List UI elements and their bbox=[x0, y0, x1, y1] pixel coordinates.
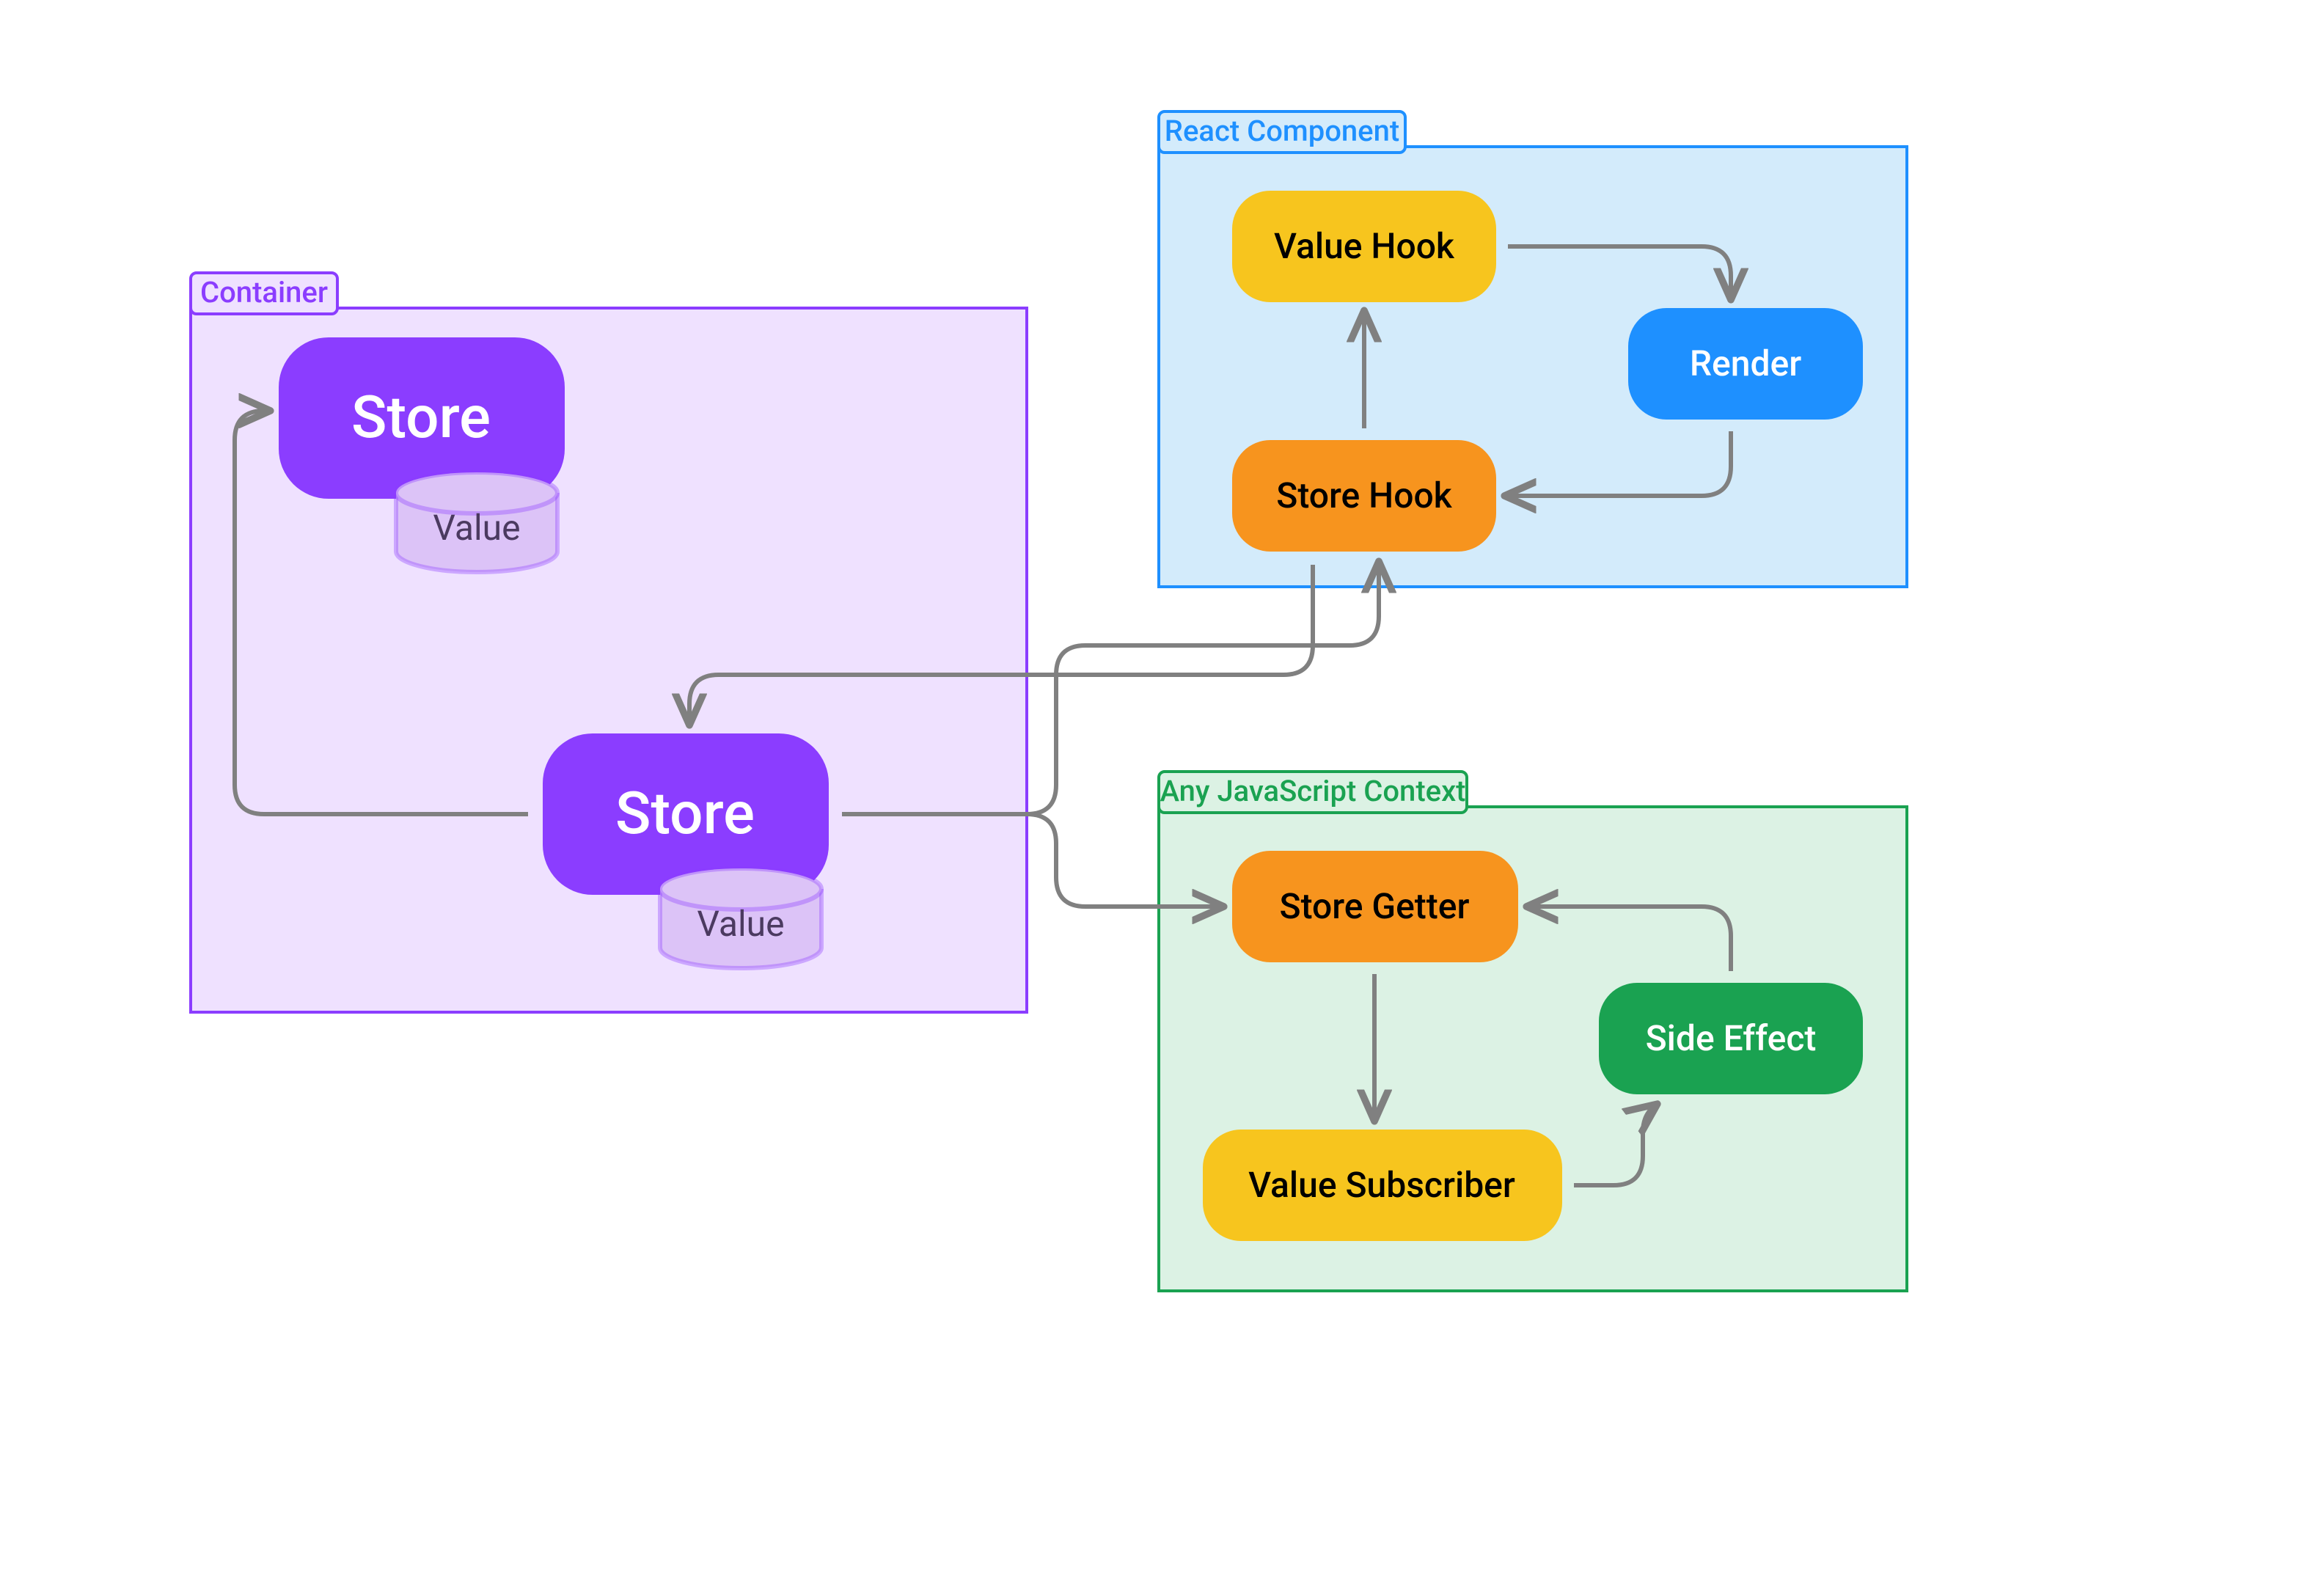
node-store-2-label: Store bbox=[615, 779, 755, 848]
group-react: React Component Value Hook Render Store … bbox=[1159, 111, 1907, 587]
group-js-label: Any JavaScript Context bbox=[1160, 774, 1465, 808]
diagram-canvas: Container Store Value Store Value React … bbox=[0, 0, 2300, 1596]
group-container-label: Container bbox=[200, 275, 328, 310]
node-value-subscriber: Value Subscriber bbox=[1203, 1130, 1562, 1241]
node-value-hook: Value Hook bbox=[1232, 191, 1496, 302]
node-store-1-label: Store bbox=[351, 383, 491, 452]
node-value-2: Value bbox=[660, 868, 821, 968]
node-side-effect-label: Side Effect bbox=[1646, 1017, 1817, 1059]
group-js: Any JavaScript Context Store Getter Side… bbox=[1159, 772, 1907, 1291]
node-store-getter: Store Getter bbox=[1232, 851, 1518, 962]
node-value-1-label: Value bbox=[433, 507, 520, 549]
node-store-getter-label: Store Getter bbox=[1280, 885, 1470, 927]
node-render-label: Render bbox=[1690, 343, 1801, 384]
node-render: Render bbox=[1628, 308, 1863, 420]
node-value-subscriber-label: Value Subscriber bbox=[1248, 1164, 1515, 1206]
node-value-1: Value bbox=[396, 472, 557, 572]
group-container: Container Store Value Store Value bbox=[191, 273, 1027, 1012]
node-value-hook-label: Value Hook bbox=[1274, 225, 1455, 267]
node-store-hook-label: Store Hook bbox=[1276, 475, 1452, 516]
node-side-effect: Side Effect bbox=[1599, 983, 1863, 1094]
node-store-hook: Store Hook bbox=[1232, 440, 1496, 552]
group-react-label: React Component bbox=[1165, 114, 1399, 148]
node-value-2-label: Value bbox=[697, 903, 784, 945]
